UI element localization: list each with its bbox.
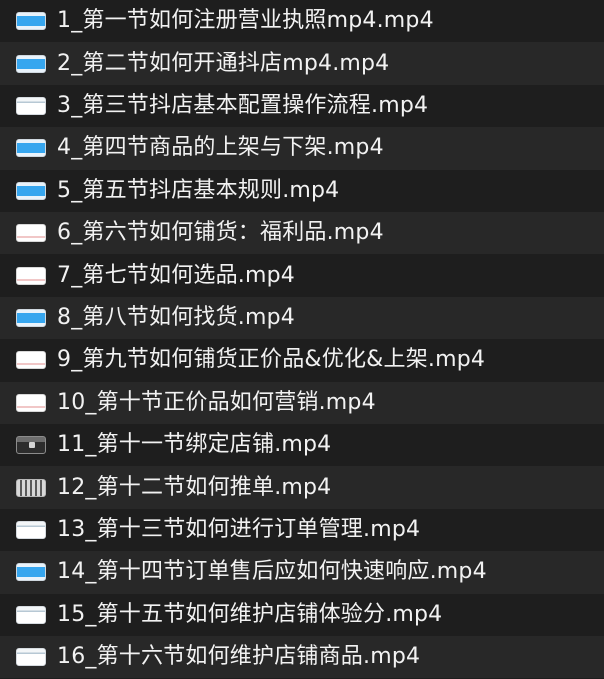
file-name: 12_第十二节如何推单.mp4 [57,474,332,500]
file-name: 11_第十一节绑定店铺.mp4 [57,432,332,458]
file-row-13[interactable]: 13_第十三节如何进行订单管理.mp4 [0,509,604,551]
file-name: 9_第九节如何铺货正价品&优化&上架.mp4 [57,347,486,373]
video-thumbnail-icon [16,648,46,667]
file-name: 14_第十四节订单售后应如何快速响应.mp4 [57,559,487,585]
file-name: 13_第十三节如何进行订单管理.mp4 [57,516,421,542]
file-name: 6_第六节如何铺货：福利品.mp4 [57,220,384,246]
file-row-1[interactable]: 1_第一节如何注册营业执照mp4.mp4 [0,0,604,42]
file-row-10[interactable]: 10_第十节正价品如何营销.mp4 [0,381,604,424]
video-thumbnail-icon [16,181,46,200]
video-file-list: 1_第一节如何注册营业执照mp4.mp4 2_第二节如何开通抖店mp4.mp4 … [0,0,604,679]
file-row-14[interactable]: 14_第十四节订单售后应如何快速响应.mp4 [0,551,604,594]
file-name: 5_第五节抖店基本规则.mp4 [57,177,340,203]
video-thumbnail-icon [16,96,46,115]
video-thumbnail-icon [16,478,46,497]
file-name: 1_第一节如何注册营业执照mp4.mp4 [57,8,434,34]
file-name: 10_第十节正价品如何营销.mp4 [57,389,376,415]
file-row-16[interactable]: 16_第十六节如何维护店铺商品.mp4 [0,636,604,679]
file-row-11[interactable]: 11_第十一节绑定店铺.mp4 [0,424,604,466]
file-name: 16_第十六节如何维护店铺商品.mp4 [57,644,421,670]
video-thumbnail-icon [16,139,46,158]
file-name: 4_第四节商品的上架与下架.mp4 [57,135,384,161]
file-name: 7_第七节如何选品.mp4 [57,262,295,288]
video-thumbnail-icon [16,605,46,624]
video-thumbnail-icon [16,436,46,455]
video-thumbnail-icon [16,54,46,73]
video-thumbnail-icon [16,351,46,370]
video-thumbnail-icon [16,308,46,327]
file-row-6[interactable]: 6_第六节如何铺货：福利品.mp4 [0,212,604,255]
video-thumbnail-icon [16,12,46,31]
video-thumbnail-icon [16,563,46,582]
video-thumbnail-icon [16,393,46,412]
video-thumbnail-icon [16,520,46,539]
file-row-12[interactable]: 12_第十二节如何推单.mp4 [0,466,604,509]
video-thumbnail-icon [16,266,46,285]
file-row-7[interactable]: 7_第七节如何选品.mp4 [0,254,604,296]
file-row-3[interactable]: 3_第三节抖店基本配置操作流程.mp4 [0,85,604,127]
file-name: 15_第十五节如何维护店铺体验分.mp4 [57,601,443,627]
video-thumbnail-icon [16,224,46,243]
file-name: 8_第八节如何找货.mp4 [57,304,295,330]
file-row-2[interactable]: 2_第二节如何开通抖店mp4.mp4 [0,42,604,85]
file-row-15[interactable]: 15_第十五节如何维护店铺体验分.mp4 [0,594,604,636]
file-row-4[interactable]: 4_第四节商品的上架与下架.mp4 [0,127,604,170]
file-name: 2_第二节如何开通抖店mp4.mp4 [57,50,390,76]
file-row-8[interactable]: 8_第八节如何找货.mp4 [0,296,604,340]
file-name: 3_第三节抖店基本配置操作流程.mp4 [57,92,429,118]
file-row-5[interactable]: 5_第五节抖店基本规则.mp4 [0,170,604,212]
file-row-9[interactable]: 9_第九节如何铺货正价品&优化&上架.mp4 [0,339,604,381]
